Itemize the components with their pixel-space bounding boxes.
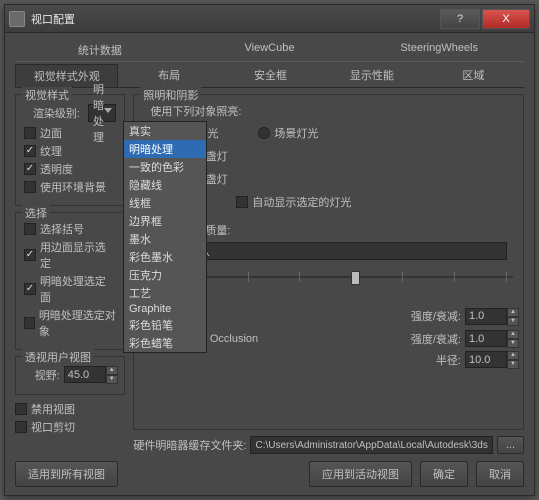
dropdown-option[interactable]: 一致的色彩 xyxy=(124,158,206,176)
cache-path-field[interactable]: C:\Users\Administrator\AppData\Local\Aut… xyxy=(250,436,492,454)
dropdown-option[interactable]: 彩色墨水 xyxy=(124,248,206,266)
tab-layout[interactable]: 布局 xyxy=(118,64,219,87)
dropdown-option[interactable]: 真实 xyxy=(124,122,206,140)
chevron-down-icon xyxy=(104,108,112,113)
dropdown-option[interactable]: 边界框 xyxy=(124,212,206,230)
tab-perf[interactable]: 显示性能 xyxy=(321,64,422,87)
spin-down-icon[interactable]: ▼ xyxy=(106,375,118,384)
checkbox-transparency[interactable]: 透明度 xyxy=(24,161,116,177)
illuminate-with-label: 使用下列对象照亮: xyxy=(150,103,515,119)
fov-spinner[interactable]: 45.0▲▼ xyxy=(64,366,106,383)
checkbox-shade-sel-obj[interactable]: 明暗处理选定对象 xyxy=(24,307,116,339)
radius-label: 半径: xyxy=(436,352,461,368)
intensity-spinner-2[interactable]: 1.0▲▼ xyxy=(465,330,507,347)
titlebar[interactable]: 视口配置 ? X xyxy=(5,5,534,33)
render-level-label: 渲染级别: xyxy=(24,105,84,121)
checkbox-vp-clip[interactable]: 视口剪切 xyxy=(15,419,125,435)
help-button[interactable]: ? xyxy=(440,9,480,29)
checkbox-auto-sel-light[interactable]: 自动显示选定的灯光 xyxy=(236,194,351,210)
dropdown-option[interactable]: 压克力 xyxy=(124,266,206,284)
intensity-label-2: 强度/衰减: xyxy=(411,331,461,347)
cache-folder-label: 硬件明暗器缓存文件夹: xyxy=(133,437,246,453)
radius-spinner[interactable]: 10.0▲▼ xyxy=(465,351,507,368)
spin-up-icon[interactable]: ▲ xyxy=(106,366,118,375)
group-persp: 透视用户视图 视野: 45.0▲▼ xyxy=(15,356,125,395)
group-selection: 选择 选择括号 用边面显示选定 明暗处理选定面 明暗处理选定对象 xyxy=(15,212,125,350)
dropdown-option[interactable]: 隐藏线 xyxy=(124,176,206,194)
checkbox-edge-sel[interactable]: 用边面显示选定 xyxy=(24,239,116,271)
tab-row-1: 统计数据 ViewCube SteeringWheels xyxy=(15,39,524,62)
tab-region[interactable]: 区域 xyxy=(423,64,524,87)
browse-button[interactable]: ... xyxy=(497,436,524,454)
render-level-value: 明暗处理 xyxy=(93,81,111,145)
group-title: 照明和阴影 xyxy=(140,87,201,103)
checkbox-env-bg[interactable]: 使用环境背景 xyxy=(24,179,116,195)
viewport-config-window: 视口配置 ? X 统计数据 ViewCube SteeringWheels 视觉… xyxy=(4,4,535,496)
checkbox-sel-brackets[interactable]: 选择括号 xyxy=(24,221,116,237)
intensity-label-1: 强度/衰减: xyxy=(411,308,461,324)
dropdown-option[interactable]: 线框 xyxy=(124,194,206,212)
checkbox-texture[interactable]: 纹理 xyxy=(24,143,116,159)
dropdown-option[interactable]: Graphite xyxy=(124,302,206,316)
tab-stats[interactable]: 统计数据 xyxy=(15,39,185,61)
render-level-combo[interactable]: 明暗处理 xyxy=(88,104,116,122)
tab-viewcube[interactable]: ViewCube xyxy=(185,39,355,61)
group-visual-style: 视觉样式 渲染级别: 明暗处理 边面 纹理 透明度 使用环境背景 真实明暗处理一… xyxy=(15,94,125,206)
dropdown-option[interactable]: 明暗处理 xyxy=(124,140,206,158)
dropdown-option[interactable]: 彩色铅笔 xyxy=(124,316,206,334)
tab-steering[interactable]: SteeringWheels xyxy=(354,39,524,61)
dropdown-option[interactable]: 彩色蜡笔 xyxy=(124,334,206,352)
close-button[interactable]: X xyxy=(482,9,530,29)
tab-safeframe[interactable]: 安全框 xyxy=(220,64,321,87)
cancel-button[interactable]: 取消 xyxy=(476,461,524,487)
group-title: 透视用户视图 xyxy=(22,349,94,365)
tab-row-2: 视觉样式外观 布局 安全框 显示性能 区域 xyxy=(15,64,524,88)
checkbox-disable-vp[interactable]: 禁用视图 xyxy=(15,401,125,417)
intensity-spinner-1[interactable]: 1.0▲▼ xyxy=(465,308,507,325)
app-icon xyxy=(9,11,25,27)
apply-active-button[interactable]: 应用到活动视图 xyxy=(309,461,412,487)
slider-thumb[interactable] xyxy=(351,271,360,285)
group-title: 视觉样式 xyxy=(22,87,72,103)
checkbox-shade-sel-face[interactable]: 明暗处理选定面 xyxy=(24,273,116,305)
render-level-dropdown[interactable]: 真实明暗处理一致的色彩隐藏线线框边界框墨水彩色墨水压克力工艺Graphite彩色… xyxy=(123,121,207,353)
apply-all-button[interactable]: 适用到所有视图 xyxy=(15,461,118,487)
dropdown-option[interactable]: 墨水 xyxy=(124,230,206,248)
dropdown-option[interactable]: 工艺 xyxy=(124,284,206,302)
fov-label: 视野: xyxy=(35,367,60,383)
group-title: 选择 xyxy=(22,205,50,221)
window-title: 视口配置 xyxy=(31,11,438,27)
ok-button[interactable]: 确定 xyxy=(420,461,468,487)
radio-scene-lights[interactable]: 场景灯光 xyxy=(258,125,318,141)
